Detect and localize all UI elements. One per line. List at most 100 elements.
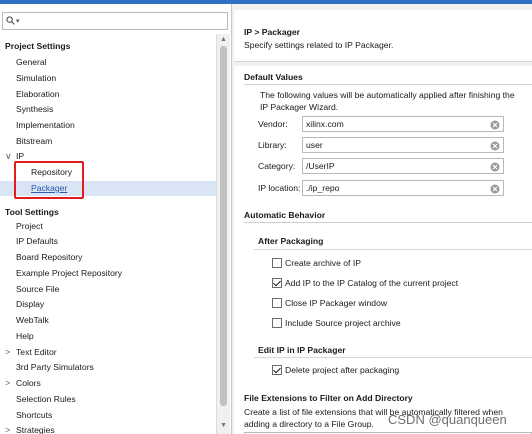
tree-item-project[interactable]: Project	[0, 219, 216, 234]
tree-item-elaboration[interactable]: Elaboration	[0, 87, 216, 102]
edit-ip-title: Edit IP in IP Packager	[258, 345, 346, 355]
chevron-down-icon[interactable]: ∨	[5, 149, 12, 164]
scroll-up-icon[interactable]: ▲	[220, 36, 227, 43]
settings-navigation-pane: ▾ Project Settings General Simulation El…	[0, 4, 232, 434]
tree-item-webtalk[interactable]: WebTalk	[0, 313, 216, 328]
search-dropdown-caret-icon[interactable]: ▾	[16, 17, 20, 25]
add-ip-to-catalog-checkbox[interactable]	[272, 278, 282, 288]
clear-icon[interactable]	[490, 162, 500, 172]
clear-icon[interactable]	[490, 141, 500, 151]
file-extensions-title: File Extensions to Filter on Add Directo…	[244, 393, 413, 403]
include-source-archive-checkbox[interactable]	[272, 318, 282, 328]
vendor-label: Vendor:	[258, 119, 288, 129]
tree-item-strategies[interactable]: > Strategies	[0, 423, 216, 434]
divider	[254, 357, 532, 358]
clear-icon[interactable]	[490, 184, 500, 194]
chevron-right-icon[interactable]: >	[5, 345, 10, 360]
scroll-down-icon[interactable]: ▼	[220, 422, 227, 429]
divider	[254, 249, 532, 250]
section-label: Tool Settings	[5, 207, 59, 217]
tree-item-selection-rules[interactable]: Selection Rules	[0, 392, 216, 407]
divider	[244, 222, 532, 223]
tree-item-label: Simulation	[16, 73, 57, 83]
delete-project-label: Delete project after packaging	[285, 365, 400, 375]
include-source-archive-label: Include Source project archive	[285, 318, 401, 328]
tree-item-label: Shortcuts	[16, 410, 53, 420]
category-value: /UserIP	[306, 161, 335, 171]
tree-item-label: Bitstream	[16, 136, 53, 146]
tree-item-bitstream[interactable]: Bitstream	[0, 134, 216, 149]
create-archive-checkbox[interactable]	[272, 258, 282, 268]
tree-item-example-project-repository[interactable]: Example Project Repository	[0, 266, 216, 281]
tree-item-board-repository[interactable]: Board Repository	[0, 250, 216, 265]
category-label: Category:	[258, 161, 296, 171]
clear-icon[interactable]	[490, 120, 500, 130]
tree-item-implementation[interactable]: Implementation	[0, 118, 216, 133]
chevron-right-icon[interactable]: >	[5, 376, 10, 391]
library-label: Library:	[258, 140, 287, 150]
tree-vertical-scrollbar[interactable]: ▲ ▼	[216, 34, 230, 434]
annotation-highlight-box	[14, 161, 84, 199]
tree-item-label: WebTalk	[16, 315, 49, 325]
add-ip-to-catalog-label: Add IP to the IP Catalog of the current …	[285, 278, 459, 288]
section-project-settings: Project Settings	[4, 39, 216, 54]
library-field[interactable]: user	[302, 137, 504, 153]
watermark-text: CSDN @quanqueen	[388, 412, 507, 427]
tree-item-label: Strategies	[16, 425, 55, 434]
tree-item-label: Text Editor	[16, 347, 57, 357]
tree-item-synthesis[interactable]: Synthesis	[0, 102, 216, 117]
tree-item-3rd-party-simulators[interactable]: 3rd Party Simulators	[0, 360, 216, 375]
ip-location-label: IP location:	[258, 183, 301, 193]
settings-detail-pane: IP > Packager Specify settings related t…	[234, 4, 532, 434]
vendor-value: xilinx.com	[306, 119, 344, 129]
default-values-description: The following values will be automatical…	[260, 90, 515, 112]
close-ip-packager-checkbox[interactable]	[272, 298, 282, 308]
category-field[interactable]: /UserIP	[302, 158, 504, 174]
divider	[244, 84, 532, 85]
section-tool-settings: Tool Settings	[4, 205, 216, 220]
tree-item-label: Elaboration	[16, 89, 60, 99]
ip-location-value: ./ip_repo	[306, 183, 340, 193]
tree-item-source-file[interactable]: Source File	[0, 282, 216, 297]
close-ip-packager-label: Close IP Packager window	[285, 298, 388, 308]
tree-item-label: Display	[16, 299, 45, 309]
delete-project-checkbox[interactable]	[272, 365, 282, 375]
tree-item-display[interactable]: Display	[0, 297, 216, 312]
page-subtitle: Specify settings related to IP Packager.	[244, 40, 394, 50]
tree-item-label: IP Defaults	[16, 236, 58, 246]
scrollbar-thumb[interactable]	[220, 46, 227, 406]
settings-tree: Project Settings General Simulation Elab…	[0, 35, 216, 434]
chevron-right-icon[interactable]: >	[5, 423, 10, 434]
default-values-title: Default Values	[244, 72, 303, 82]
tree-item-label: Project	[16, 221, 43, 231]
ip-location-field[interactable]: ./ip_repo	[302, 180, 504, 196]
page-header: IP > Packager Specify settings related t…	[234, 10, 532, 62]
automatic-behavior-title: Automatic Behavior	[244, 210, 326, 220]
page-title: IP > Packager	[244, 27, 300, 37]
create-archive-label: Create archive of IP	[285, 258, 361, 268]
section-label: Project Settings	[5, 41, 71, 51]
settings-content: Default Values The following values will…	[234, 66, 532, 434]
after-packaging-title: After Packaging	[258, 236, 324, 246]
tree-item-text-editor[interactable]: > Text Editor	[0, 345, 216, 360]
tree-item-general[interactable]: General	[0, 55, 216, 70]
tree-item-ip-defaults[interactable]: IP Defaults	[0, 234, 216, 249]
tree-item-label: Example Project Repository	[16, 268, 123, 278]
tree-item-label: General	[16, 57, 47, 67]
tree-item-label: Colors	[16, 378, 41, 388]
tree-item-help[interactable]: Help	[0, 329, 216, 344]
tree-item-label: Board Repository	[16, 252, 83, 262]
tree-item-label: 3rd Party Simulators	[16, 362, 94, 372]
tree-item-label: Implementation	[16, 120, 75, 130]
vendor-field[interactable]: xilinx.com	[302, 116, 504, 132]
tree-item-label: Selection Rules	[16, 394, 76, 404]
tree-item-label: Synthesis	[16, 104, 54, 114]
tree-item-colors[interactable]: > Colors	[0, 376, 216, 391]
tree-item-shortcuts[interactable]: Shortcuts	[0, 408, 216, 423]
tree-item-label: Help	[16, 331, 34, 341]
library-value: user	[306, 140, 323, 150]
tree-item-simulation[interactable]: Simulation	[0, 71, 216, 86]
search-input[interactable]: ▾	[2, 12, 228, 30]
search-icon	[6, 16, 15, 25]
tree-item-label: Source File	[16, 284, 60, 294]
